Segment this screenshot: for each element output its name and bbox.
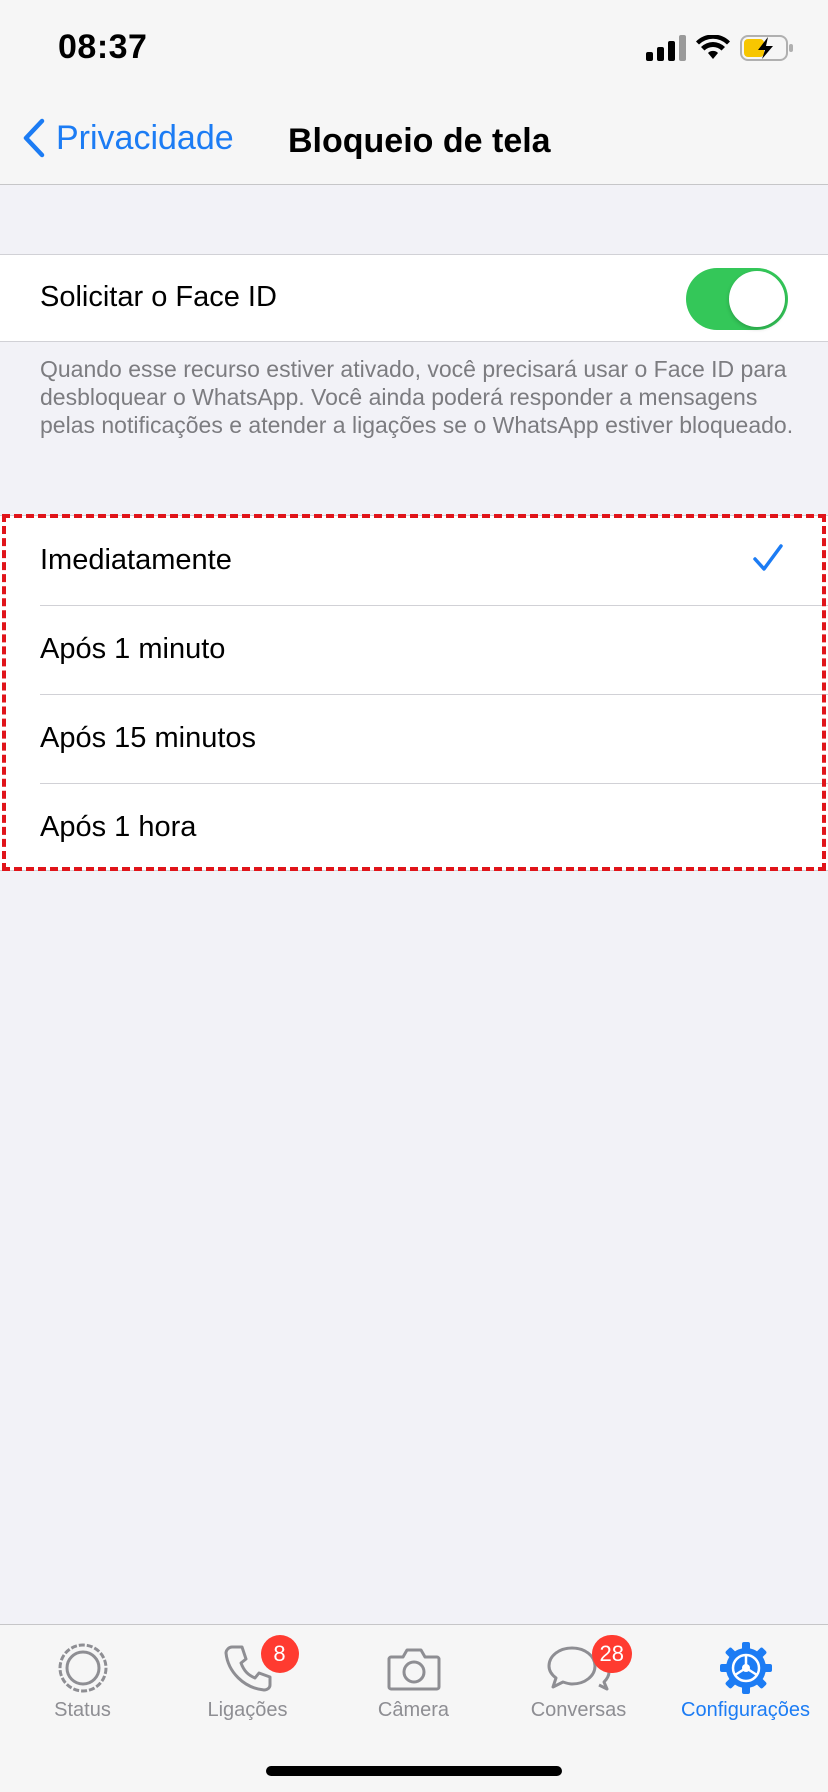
lock-timing-options: Imediatamente Após 1 minuto Após 15 minu…	[0, 515, 828, 871]
cellular-signal-icon	[646, 35, 686, 61]
option-after-1-hour[interactable]: Após 1 hora	[0, 783, 828, 872]
face-id-row: Solicitar o Face ID	[0, 254, 828, 342]
option-after-1-minute[interactable]: Após 1 minuto	[0, 605, 828, 694]
chat-bubbles-icon: 28	[546, 1635, 632, 1697]
chats-badge: 28	[591, 1635, 632, 1673]
status-icons	[646, 34, 794, 62]
tab-chats[interactable]: 28 Conversas	[496, 1625, 661, 1735]
option-immediately[interactable]: Imediatamente	[0, 516, 828, 605]
option-after-15-minutes[interactable]: Após 15 minutos	[0, 694, 828, 783]
gear-icon	[718, 1639, 774, 1697]
battery-charging-icon	[740, 35, 793, 61]
checkmark-icon	[753, 544, 783, 571]
option-label: Imediatamente	[40, 544, 232, 576]
tab-label: Ligações	[207, 1699, 288, 1721]
tab-label: Câmera	[377, 1699, 450, 1721]
status-icon	[57, 1639, 109, 1697]
option-label: Após 1 minuto	[40, 633, 226, 665]
tab-settings[interactable]: Configurações	[663, 1625, 828, 1735]
toggle-knob	[729, 271, 785, 327]
tab-label: Configurações	[681, 1699, 810, 1721]
phone-icon: 8	[223, 1635, 299, 1697]
tab-label: Status	[54, 1699, 111, 1721]
face-id-description: Quando esse recurso estiver ativado, voc…	[40, 356, 794, 438]
page-title: Bloqueio de tela	[288, 122, 551, 160]
option-label: Após 1 hora	[40, 811, 197, 843]
tab-calls[interactable]: 8 Ligações	[165, 1625, 330, 1735]
back-button-label: Privacidade	[56, 118, 234, 157]
calls-badge: 8	[260, 1635, 299, 1673]
camera-icon	[387, 1639, 441, 1697]
chevron-left-icon	[23, 118, 45, 158]
back-button[interactable]: Privacidade	[22, 118, 234, 158]
tab-label: Conversas	[530, 1699, 627, 1721]
status-bar: 08:37	[0, 0, 828, 100]
face-id-toggle[interactable]	[686, 268, 788, 330]
wifi-icon	[696, 35, 730, 59]
tab-status[interactable]: Status	[0, 1625, 165, 1735]
navigation-bar: Privacidade Bloqueio de tela	[0, 100, 828, 185]
home-indicator[interactable]	[266, 1766, 562, 1776]
option-label: Após 15 minutos	[40, 722, 257, 754]
tab-camera[interactable]: Câmera	[331, 1625, 496, 1735]
status-time: 08:37	[58, 28, 148, 66]
face-id-label: Solicitar o Face ID	[40, 281, 277, 313]
